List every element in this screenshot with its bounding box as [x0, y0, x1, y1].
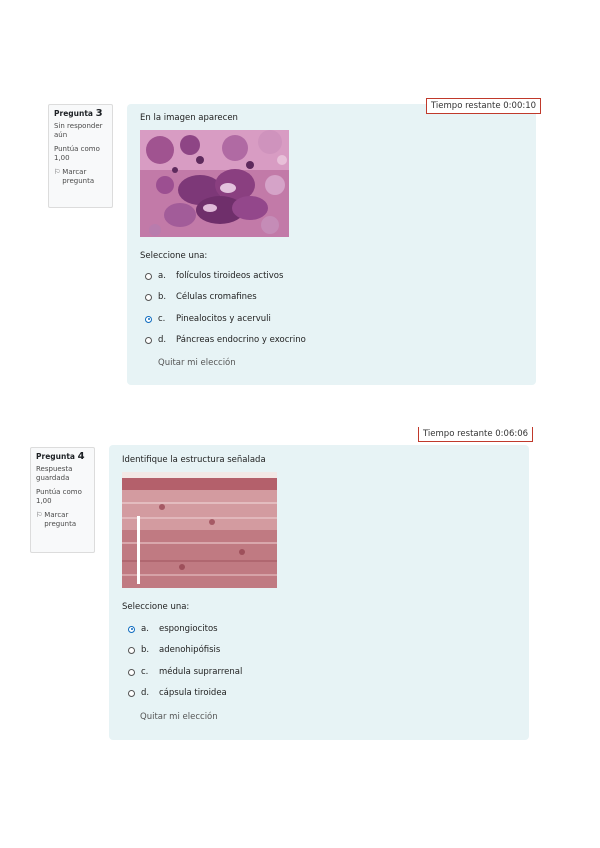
question-status: Sin responder aún [54, 122, 103, 139]
answer-option-d[interactable]: d. cápsula tiroidea [128, 687, 227, 699]
answer-option-b[interactable]: b. Células cromafines [145, 291, 257, 303]
clear-choice-link[interactable]: Quitar mi elección [140, 712, 218, 722]
answer-option-b[interactable]: b. adenohipófisis [128, 644, 220, 656]
flag-question-link[interactable]: ⚐ Marcar pregunta [54, 168, 107, 186]
radio-button-selected[interactable] [128, 625, 135, 633]
answer-option-a[interactable]: a. espongiocitos [128, 623, 218, 635]
question-text: En la imagen aparecen [140, 113, 238, 123]
question-score: Puntúa como 1,00 [36, 488, 82, 505]
select-prompt: Seleccione una: [140, 251, 208, 261]
flag-icon: ⚐ [36, 511, 43, 519]
question-info-3: Pregunta 3 Sin responder aún Puntúa como… [48, 104, 113, 208]
question-info-4: Pregunta 4 Respuesta guardada Puntúa com… [30, 447, 95, 553]
flag-question-link[interactable]: ⚐ Marcar pregunta [36, 511, 89, 529]
answer-option-c[interactable]: c. Pinealocitos y acervuli [145, 313, 271, 325]
question-text: Identifique la estructura señalada [122, 455, 266, 465]
radio-button[interactable] [128, 689, 135, 697]
question-score: Puntúa como 1,00 [54, 145, 100, 162]
radio-button[interactable] [145, 336, 152, 344]
radio-button-selected[interactable] [145, 315, 152, 323]
radio-button[interactable] [128, 646, 135, 654]
question-status: Respuesta guardada [36, 465, 73, 482]
answer-option-c[interactable]: c. médula suprarrenal [128, 666, 242, 678]
select-prompt: Seleccione una: [122, 602, 190, 612]
histology-image-adrenal [122, 472, 277, 588]
question-number: Pregunta 4 [36, 451, 85, 462]
radio-button[interactable] [145, 272, 152, 280]
histology-image-pineal [140, 130, 289, 237]
timer: Tiempo restante 0:06:06 [418, 427, 534, 442]
flag-icon: ⚐ [54, 168, 61, 176]
clear-choice-link[interactable]: Quitar mi elección [158, 358, 236, 368]
answer-option-d[interactable]: d. Páncreas endocrino y exocrino [145, 334, 306, 346]
radio-button[interactable] [145, 293, 152, 301]
answer-option-a[interactable]: a. folículos tiroideos activos [145, 270, 283, 282]
timer: Tiempo restante 0:00:10 [426, 98, 542, 114]
radio-button[interactable] [128, 668, 135, 676]
question-number: Pregunta 3 [54, 108, 103, 119]
